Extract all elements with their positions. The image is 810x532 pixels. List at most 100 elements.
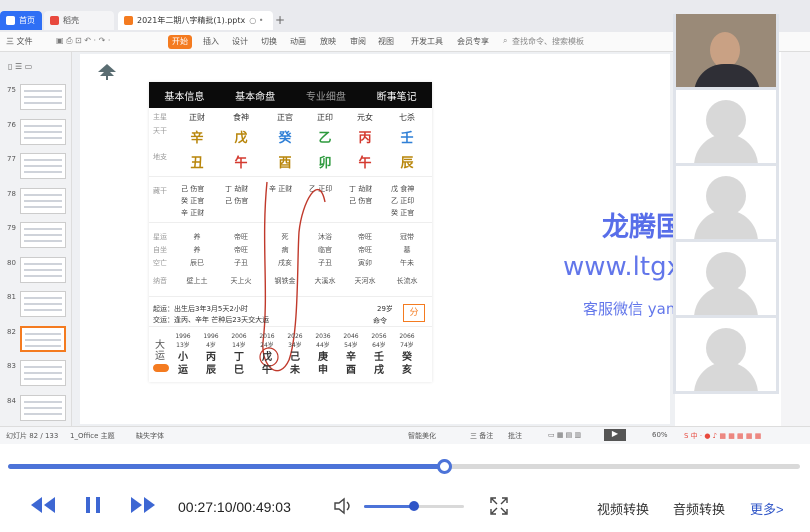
- slide-thumbnail[interactable]: [20, 325, 66, 352]
- thumbnail-line: [24, 274, 62, 277]
- missing-font[interactable]: 缺失字体: [136, 431, 164, 441]
- slide-number: 76: [7, 120, 16, 129]
- presenter-video[interactable]: [676, 14, 776, 87]
- thumbnail-line: [24, 234, 62, 236]
- home-icon: [6, 16, 15, 25]
- bazi-panel: 基本信息 基本命盘 专业细盘 断事笔记 主星 天干 地支 藏干 星运 自坐 空亡 纳音 正财 食神 正官正…: [149, 82, 432, 382]
- fullscreen-icon[interactable]: [490, 497, 508, 515]
- participant-video[interactable]: [676, 242, 776, 315]
- thumbnail-line: [24, 268, 62, 271]
- dayun-age: 74岁: [400, 342, 414, 349]
- slide-number: 79: [7, 224, 16, 232]
- menu-file[interactable]: 三 文件: [6, 36, 33, 47]
- dayun-branch: 未: [290, 365, 300, 376]
- jiaoyun-info: 交运：逢丙、辛年 芒种后23天交大运: [153, 316, 270, 324]
- new-tab-button[interactable]: +: [275, 13, 285, 27]
- tab-document[interactable]: 2021年二期八字精批(1).pptx ○ •: [118, 11, 273, 30]
- comment-button[interactable]: 批注: [508, 431, 522, 441]
- previous-icon[interactable]: [30, 496, 56, 514]
- slide-thumbnail[interactable]: [20, 256, 66, 283]
- next-icon[interactable]: [130, 496, 156, 514]
- slide-thumbnail[interactable]: [20, 394, 66, 421]
- slide-thumbnail[interactable]: [20, 222, 66, 248]
- tree-logo: [98, 64, 116, 80]
- smart-beautify[interactable]: 智能美化: [408, 431, 436, 441]
- dayun-branch: 申: [318, 365, 328, 376]
- play-slideshow-icon[interactable]: ▶: [604, 429, 626, 441]
- thumbnail-line: [24, 303, 62, 305]
- slide-counter: 幻灯片 82 / 133: [6, 432, 59, 440]
- thumbnail-line: [25, 344, 61, 347]
- command-search[interactable]: 查找命令、搜索模板: [512, 36, 584, 47]
- slide-number: 83: [7, 362, 16, 370]
- menu-design[interactable]: 设计: [232, 36, 248, 47]
- slide-thumbnail[interactable]: [20, 153, 66, 179]
- volume-knob[interactable]: [409, 501, 419, 511]
- dayun-year: 2016: [259, 333, 275, 340]
- slide-number: 80: [7, 258, 16, 267]
- menu-review[interactable]: 审阅: [350, 36, 366, 47]
- thumbnail-line: [24, 372, 62, 374]
- thumbnail-line: [24, 102, 62, 104]
- dayun-label: 大运: [155, 340, 165, 362]
- menu-view[interactable]: 视图: [378, 36, 394, 47]
- slide-thumbnail[interactable]: [20, 84, 66, 110]
- dayun-toggle[interactable]: [153, 364, 169, 372]
- dayun-branch: 酉: [346, 365, 356, 376]
- slide-canvas: 基本信息 基本命盘 专业细盘 断事笔记 主星 天干 地支 藏干 星运 自坐 空亡 纳音 正财 食神 正官正…: [72, 52, 675, 426]
- dayun-branch: 巳: [234, 365, 244, 376]
- dayun-branch: 亥: [402, 365, 412, 376]
- pause-icon[interactable]: [84, 496, 102, 514]
- dayun-command: 命令: [373, 317, 387, 325]
- slide-thumbnail[interactable]: [20, 360, 66, 386]
- video-convert-button[interactable]: 视频转换: [597, 499, 649, 518]
- menu-member[interactable]: 会员专享: [457, 36, 489, 47]
- audio-convert-button[interactable]: 音频转换: [673, 499, 725, 518]
- dayun-stem: 小: [178, 352, 188, 363]
- thumbnail-line: [24, 228, 62, 230]
- thumbnail-line: [24, 412, 62, 415]
- participant-video[interactable]: [676, 166, 776, 239]
- thumbnail-line: [24, 240, 62, 242]
- search-icon: ⌕: [503, 36, 508, 45]
- slide-thumbnail[interactable]: [20, 187, 66, 214]
- notes-button[interactable]: 三 备注: [470, 431, 493, 441]
- thumbnail-line: [24, 193, 62, 196]
- quick-access-icons[interactable]: ▣ ⎙ ⊡ ↶ · ↷ ·: [56, 36, 110, 46]
- menu-transition[interactable]: 切换: [261, 36, 277, 47]
- progress-knob[interactable]: [436, 459, 452, 474]
- menu-insert[interactable]: 插入: [203, 36, 219, 47]
- participant-video[interactable]: [676, 90, 776, 163]
- menu-slideshow[interactable]: 放映: [320, 36, 336, 47]
- tab-home[interactable]: 首页: [0, 11, 42, 30]
- menu-animation[interactable]: 动画: [290, 36, 306, 47]
- dayun-stem: 癸: [402, 352, 412, 363]
- volume-icon[interactable]: [333, 497, 355, 515]
- volume-track[interactable]: [364, 501, 464, 511]
- qiyun-info: 起运：出生后3年3月5天2小时: [153, 305, 248, 313]
- dayun-age: 4岁: [206, 342, 216, 349]
- close-icon[interactable]: ○ •: [249, 16, 263, 25]
- progress-track[interactable]: [8, 459, 800, 474]
- more-button[interactable]: 更多>: [750, 499, 784, 518]
- dayun-age: 24岁: [260, 342, 274, 349]
- ppt-icon: [124, 16, 133, 25]
- thumbnail-line: [24, 378, 62, 380]
- tab-docer[interactable]: 稻壳: [44, 11, 114, 30]
- menu-developer[interactable]: 开发工具: [411, 36, 443, 47]
- dayun-year: 1996: [203, 333, 219, 340]
- share-button[interactable]: 分: [403, 304, 425, 322]
- slide-thumbnail[interactable]: [20, 291, 66, 317]
- zoom-level[interactable]: 60%: [652, 431, 668, 439]
- view-mode-icons[interactable]: ▭ ▦ ▤ ▥: [548, 431, 581, 439]
- slide-thumbnail[interactable]: [20, 118, 66, 145]
- right-toolbar[interactable]: [781, 52, 810, 426]
- participant-video[interactable]: [676, 318, 776, 391]
- video-player-controls: 00:27:10/00:49:03 视频转换 音频转换 更多>: [0, 444, 810, 532]
- dayun-branch: 辰: [206, 365, 216, 376]
- menu-home[interactable]: 开始: [168, 35, 192, 49]
- tab-docer-label: 稻壳: [63, 16, 79, 25]
- thumbnail-line: [24, 199, 62, 202]
- outline-icon[interactable]: ▯ ☰ ▭: [8, 62, 32, 71]
- slide-number: 78: [7, 189, 16, 198]
